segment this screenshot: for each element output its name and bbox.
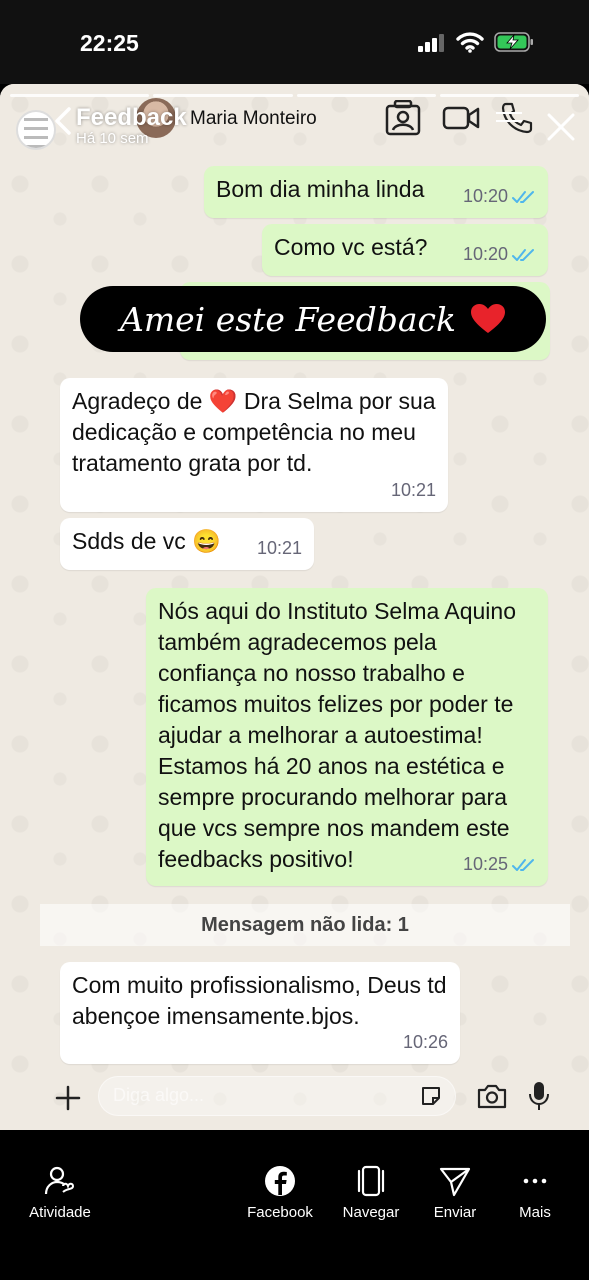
plus-icon[interactable] xyxy=(54,1084,82,1112)
story-reply-bar: Diga algo... xyxy=(0,1074,589,1130)
double-check-read-icon xyxy=(512,858,534,871)
contact-card-icon xyxy=(385,100,421,136)
video-call-icon xyxy=(442,106,480,130)
facebook-icon xyxy=(265,1166,295,1196)
message-bubble-incoming: Agradeço de ❤️ Dra Selma por sua dedicaç… xyxy=(60,378,448,512)
story-viewer[interactable]: Maria Monteiro Feedback Há 10 sem Bom di… xyxy=(0,84,589,1130)
story-text-sticker: Amei este Feedback xyxy=(80,286,546,352)
unread-divider: Mensagem não lida: 1 xyxy=(40,904,570,946)
more-dots-icon xyxy=(523,1178,547,1184)
status-bar: 22:25 xyxy=(0,0,589,84)
nav-facebook[interactable]: Facebook xyxy=(230,1164,330,1221)
message-bubble-incoming: Com muito profissionalismo, Deus td aben… xyxy=(60,962,460,1064)
battery-charging-icon xyxy=(494,32,533,52)
message-bubble-incoming: Sdds de vc 😄 10:21 xyxy=(60,518,314,570)
message-time: 10:20 xyxy=(462,186,508,206)
message-text: Sdds de vc 😄 xyxy=(72,528,221,554)
message-time: 10:21 xyxy=(256,538,302,558)
chevron-left-icon[interactable] xyxy=(52,106,74,136)
story-progress-bar xyxy=(10,94,579,97)
close-icon[interactable] xyxy=(546,112,576,142)
activity-person-icon xyxy=(44,1166,75,1195)
nav-facebook-label: Facebook xyxy=(247,1204,313,1221)
message-bubble-outgoing: Bom dia minha linda 10:20 xyxy=(204,166,548,218)
message-time: 10:21 xyxy=(390,480,436,500)
send-paper-plane-icon xyxy=(439,1167,471,1197)
microphone-icon[interactable] xyxy=(526,1080,552,1112)
chat-contact-name: Maria Monteiro xyxy=(190,108,317,129)
message-text: Nós aqui do Instituto Selma Aquino també… xyxy=(158,598,517,872)
reply-placeholder: Diga algo... xyxy=(113,1085,205,1105)
message-text: Agradeço de ❤️ Dra Selma por sua dedicaç… xyxy=(72,388,436,476)
clock: 22:25 xyxy=(80,30,139,56)
double-check-read-icon xyxy=(512,190,534,203)
red-heart-icon xyxy=(471,304,505,333)
sticker-text: Amei este Feedback xyxy=(120,299,456,339)
nav-send-label: Enviar xyxy=(433,1204,477,1221)
double-check-read-icon xyxy=(512,248,534,261)
message-bubble-outgoing: Como vc está? 10:20 xyxy=(262,224,548,276)
nav-activity[interactable]: Atividade xyxy=(10,1164,110,1221)
message-text: Como vc está? xyxy=(274,234,428,260)
message-time: 10:20 xyxy=(462,244,508,264)
nav-navigate-label: Navegar xyxy=(342,1204,400,1221)
nav-activity-label: Atividade xyxy=(29,1204,91,1221)
story-title[interactable]: Feedback xyxy=(76,104,187,132)
nav-more-label: Mais xyxy=(519,1204,551,1221)
message-time: 10:26 xyxy=(402,1032,448,1052)
story-owner-avatar[interactable] xyxy=(16,110,56,150)
reply-input[interactable]: Diga algo... xyxy=(98,1076,456,1116)
navigate-stack-icon xyxy=(357,1165,385,1197)
message-time: 10:25 xyxy=(462,854,508,874)
message-text: Com muito profissionalismo, Deus td aben… xyxy=(72,972,447,1029)
camera-icon[interactable] xyxy=(476,1082,508,1110)
wifi-icon xyxy=(456,32,484,53)
message-bubble-outgoing: Nós aqui do Instituto Selma Aquino també… xyxy=(146,588,548,886)
story-timestamp: Há 10 sem xyxy=(76,130,149,147)
nav-more[interactable]: Mais xyxy=(485,1164,585,1221)
message-text: Bom dia minha linda xyxy=(216,176,425,202)
sticker-icon[interactable] xyxy=(419,1084,443,1108)
menu-icon[interactable] xyxy=(496,112,522,132)
cellular-signal-icon xyxy=(418,34,444,52)
bottom-navigation: Atividade Facebook Navegar Enviar Mais xyxy=(0,1130,589,1280)
